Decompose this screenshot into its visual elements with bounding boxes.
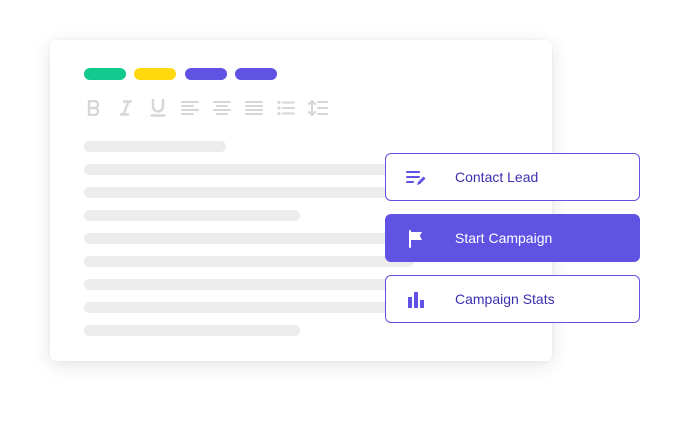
text-line <box>84 233 414 244</box>
line-height-icon[interactable] <box>308 98 328 118</box>
green-tag[interactable] <box>84 68 126 80</box>
formatting-toolbar <box>84 98 344 118</box>
contact-lead-button[interactable]: Contact Lead <box>385 153 640 201</box>
campaign-stats-button[interactable]: Campaign Stats <box>385 275 640 323</box>
bar-chart-icon <box>406 290 426 310</box>
align-center-icon[interactable] <box>212 98 232 118</box>
text-line <box>84 256 414 267</box>
start-campaign-button[interactable]: Start Campaign <box>385 214 640 262</box>
contact-lead-label: Contact Lead <box>455 169 539 185</box>
align-left-icon[interactable] <box>180 98 200 118</box>
text-line <box>84 141 226 152</box>
text-line <box>84 164 414 175</box>
bullet-list-icon[interactable] <box>276 98 296 118</box>
campaign-stats-label: Campaign Stats <box>455 291 555 307</box>
text-line <box>84 325 300 336</box>
bold-icon[interactable] <box>84 98 104 118</box>
edit-list-icon <box>406 168 426 188</box>
yellow-tag[interactable] <box>134 68 176 80</box>
italic-icon[interactable] <box>116 98 136 118</box>
align-justify-icon[interactable] <box>244 98 264 118</box>
start-campaign-label: Start Campaign <box>455 230 553 246</box>
text-line <box>84 302 414 313</box>
purple-tag[interactable] <box>235 68 277 80</box>
text-line <box>84 279 414 290</box>
text-line <box>84 187 414 198</box>
purple-tag[interactable] <box>185 68 227 80</box>
text-line <box>84 210 300 221</box>
flag-icon <box>406 229 426 249</box>
underline-icon[interactable] <box>148 98 168 118</box>
